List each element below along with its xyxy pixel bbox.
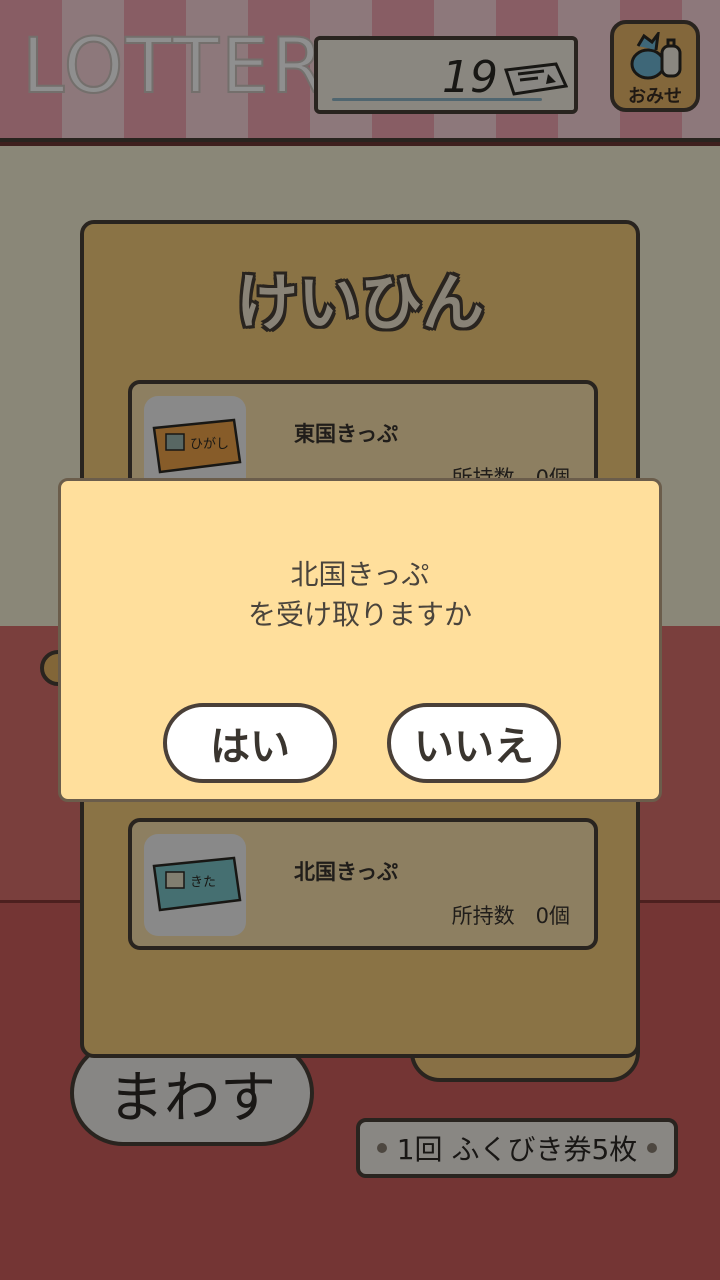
dialog-item-name: 北国きっぷ: [290, 558, 430, 591]
confirm-dialog: 北国きっぷ を受け取りますか はい いいえ: [58, 478, 662, 802]
no-button[interactable]: いいえ: [387, 703, 561, 783]
dialog-question: を受け取りますか: [247, 598, 472, 631]
yes-button[interactable]: はい: [163, 703, 337, 783]
dialog-message: 北国きっぷ を受け取りますか: [61, 555, 659, 635]
